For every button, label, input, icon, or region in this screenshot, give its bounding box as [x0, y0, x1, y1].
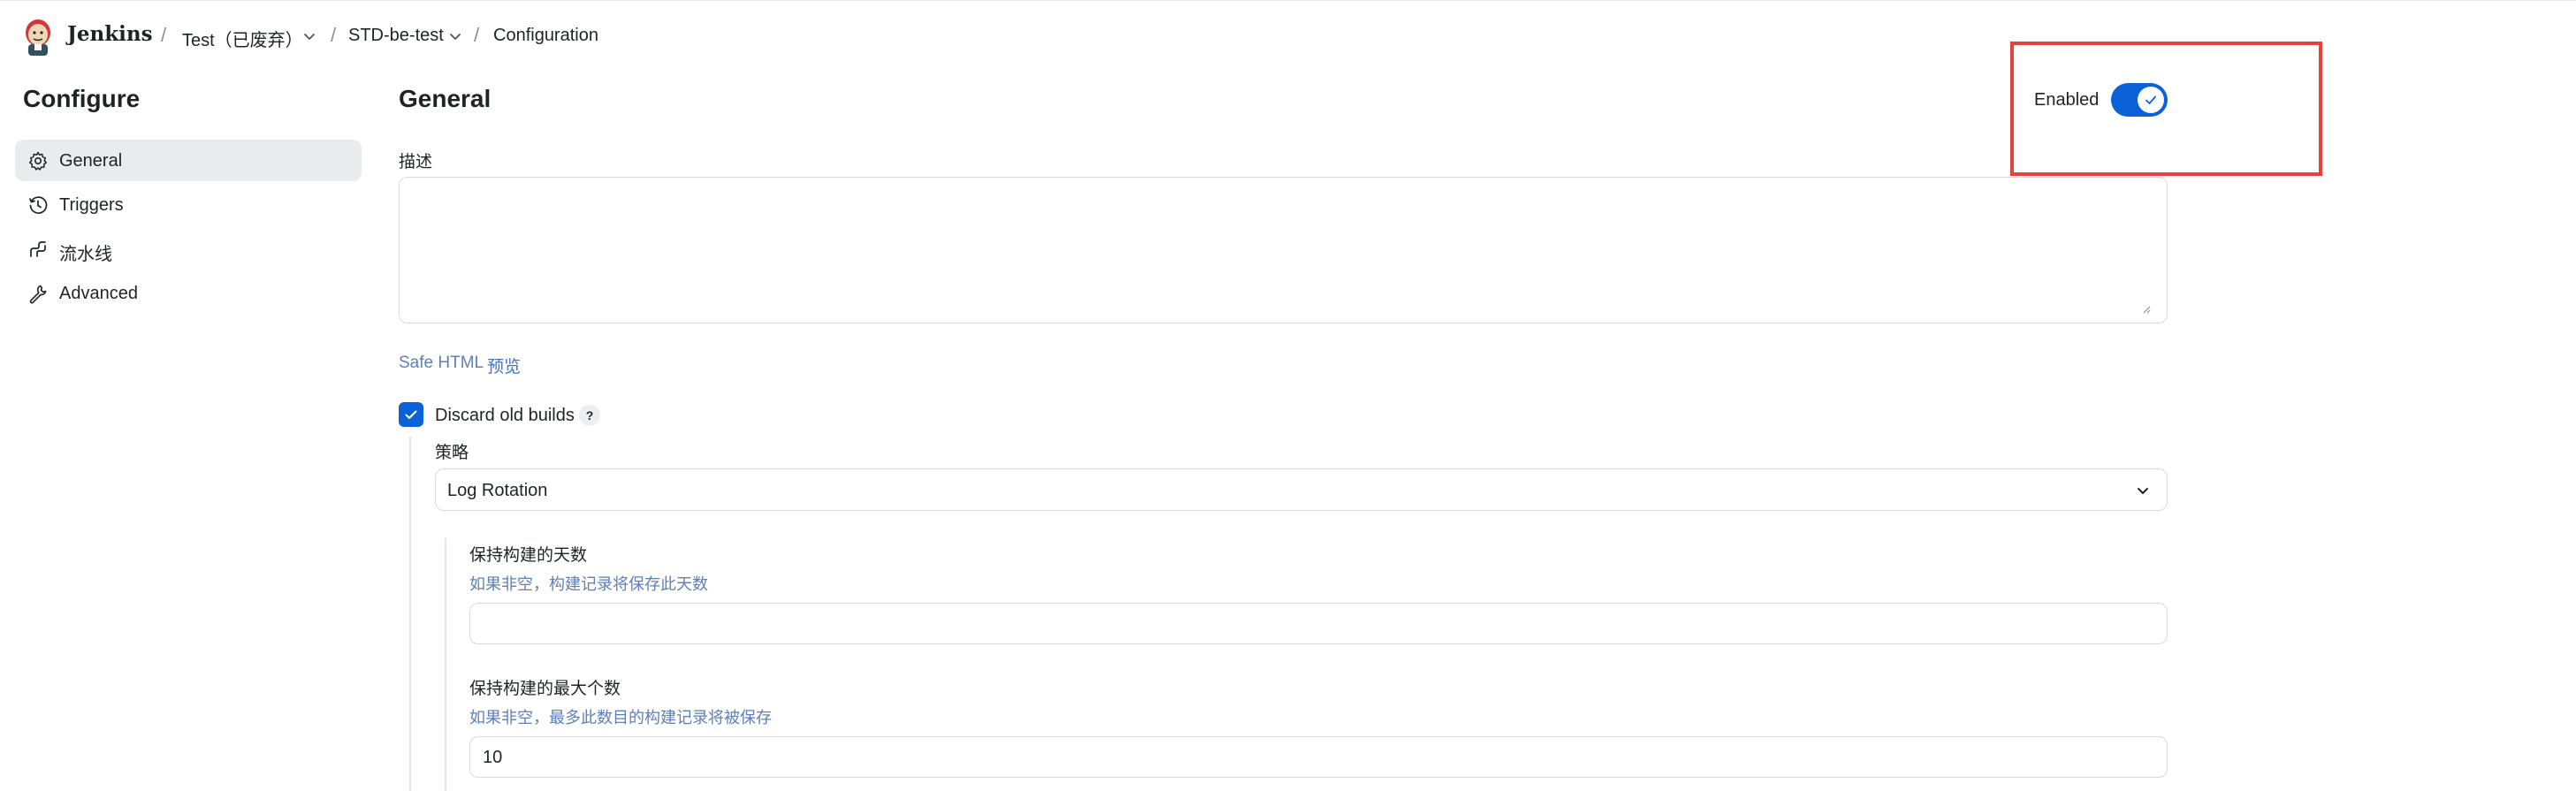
nested-section-divider — [409, 437, 411, 791]
breadcrumb-separator: / — [331, 24, 337, 46]
sidebar-item-label: Advanced — [59, 284, 138, 303]
sidebar-item-label: Triggers — [59, 195, 124, 215]
breadcrumb-item-folder[interactable]: Test（已废弃） — [182, 26, 303, 51]
chevron-down-icon[interactable] — [302, 29, 316, 43]
preview-link[interactable]: 预览 — [487, 354, 521, 377]
nested-section-divider — [445, 538, 446, 791]
annotation-highlight-box — [2010, 42, 2322, 176]
description-textarea[interactable] — [399, 177, 2168, 323]
days-to-keep-hint: 如果非空，构建记录将保存此天数 — [469, 575, 708, 593]
max-builds-value: 10 — [483, 748, 503, 767]
strategy-selected-value: Log Rotation — [447, 481, 548, 500]
wrench-icon — [29, 285, 47, 304]
gear-icon — [28, 151, 48, 171]
section-title: General — [399, 85, 492, 112]
sidebar-item-advanced[interactable]: Advanced — [15, 272, 362, 314]
sidebar-item-label: General — [59, 151, 123, 171]
strategy-label: 策略 — [435, 444, 469, 462]
check-icon — [405, 410, 417, 419]
sidebar-item-triggers[interactable]: Triggers — [15, 184, 362, 225]
pipeline-icon — [30, 241, 46, 257]
breadcrumb-separator: / — [161, 24, 167, 46]
safe-html-label: Safe HTML — [399, 354, 484, 372]
chevron-down-icon — [2138, 488, 2148, 494]
breadcrumb-item-configuration: Configuration — [493, 26, 598, 45]
description-label: 描述 — [399, 153, 433, 171]
sidebar-item-general[interactable]: General — [15, 140, 362, 181]
days-to-keep-label: 保持构建的天数 — [469, 546, 588, 565]
breadcrumb-item-job[interactable]: STD-be-test — [348, 26, 444, 46]
discard-old-builds-checkbox[interactable] — [399, 402, 423, 427]
breadcrumb-separator: / — [474, 24, 480, 46]
sidebar-title: Configure — [23, 85, 141, 112]
max-builds-hint: 如果非空，最多此数目的构建记录将被保存 — [469, 709, 772, 726]
jenkins-logo-icon[interactable] — [21, 17, 55, 57]
sidebar-item-label: 流水线 — [59, 245, 112, 264]
max-builds-label: 保持构建的最大个数 — [469, 680, 621, 698]
sidebar-item-pipeline[interactable]: 流水线 — [15, 228, 362, 270]
discard-old-builds-label[interactable]: Discard old builds — [435, 406, 575, 426]
chevron-down-icon[interactable] — [448, 29, 462, 43]
resize-handle-icon[interactable] — [2142, 305, 2151, 314]
help-icon[interactable]: ? — [579, 405, 600, 426]
clock-icon — [29, 196, 48, 214]
brand-name[interactable]: Jenkins — [67, 22, 153, 46]
max-builds-input[interactable]: 10 — [469, 736, 2168, 778]
days-to-keep-input[interactable] — [469, 603, 2168, 644]
strategy-select[interactable]: Log Rotation — [435, 468, 2168, 511]
